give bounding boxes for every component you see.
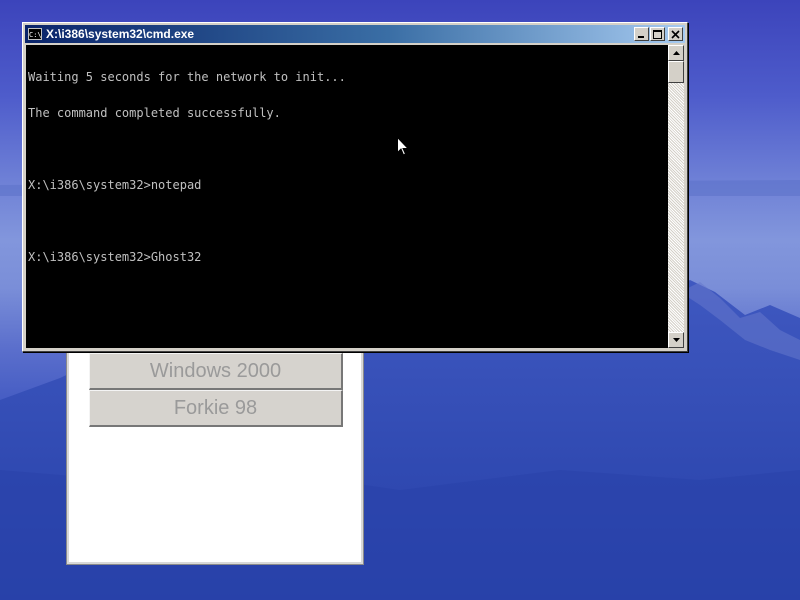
scroll-thumb[interactable] [668, 61, 684, 83]
close-button[interactable] [668, 27, 683, 41]
scroll-down-button[interactable] [668, 332, 684, 348]
minimize-button[interactable] [634, 27, 649, 41]
boot-menu-panel: Windows 2000 Forkie 98 [66, 330, 364, 565]
window-title: X:\i386\system32\cmd.exe [46, 27, 195, 41]
console-line: Waiting 5 seconds for the network to ini… [28, 70, 346, 84]
console-line: X:\i386\system32>notepad [28, 178, 202, 192]
console-line: X:\i386\system32>Ghost32 [28, 250, 202, 264]
console-icon[interactable]: C:\ [28, 28, 42, 40]
minimize-icon [638, 35, 644, 38]
forkie-98-button[interactable]: Forkie 98 [89, 390, 343, 427]
arrow-cursor-icon [397, 137, 409, 156]
console-output[interactable]: Waiting 5 seconds for the network to ini… [26, 45, 668, 348]
windows-2000-button[interactable]: Windows 2000 [89, 353, 343, 390]
title-bar[interactable]: C:\ X:\i386\system32\cmd.exe [25, 25, 685, 43]
arrow-up-icon [672, 51, 680, 55]
vertical-scrollbar[interactable] [668, 45, 684, 348]
maximize-icon [653, 29, 662, 39]
arrow-down-icon [672, 338, 680, 342]
cmd-window[interactable]: C:\ X:\i386\system32\cmd.exe Waiting 5 s… [22, 22, 688, 352]
close-icon [671, 29, 680, 39]
scroll-up-button[interactable] [668, 45, 684, 61]
desktop: Windows 2000 Forkie 98 C:\ X:\i386\syste… [0, 0, 800, 600]
maximize-button[interactable] [650, 27, 665, 41]
console-line: The command completed successfully. [28, 106, 281, 120]
